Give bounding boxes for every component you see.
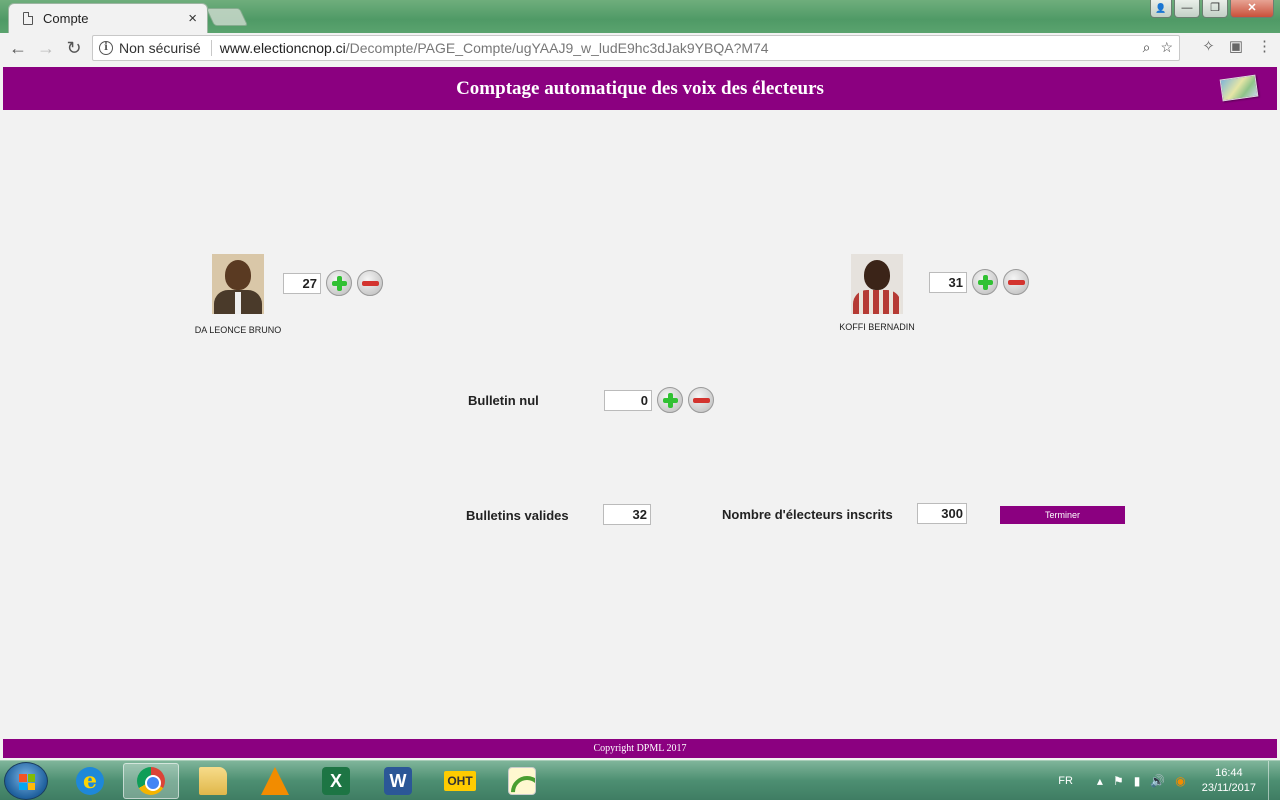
candidate-card-2: KOFFI BERNADIN [827, 254, 927, 332]
bulletin-nul-counter: 0 [604, 387, 714, 413]
zoom-icon[interactable]: ⌕ [1143, 39, 1151, 56]
user-icon: 👤 [1155, 3, 1167, 13]
taskbar: e X W OHT FR ▴ ⚑ ▮ 🔊 ◉ 16:44 23/11/2017 [0, 760, 1280, 800]
candidate-name-2: KOFFI BERNADIN [839, 322, 915, 332]
candidate-votes-2[interactable]: 31 [929, 271, 967, 293]
decrement-button-2[interactable] [1003, 269, 1029, 295]
electeurs-inscrits-value[interactable]: 300 [917, 503, 967, 524]
chrome-icon [137, 767, 165, 795]
site-logo [1219, 74, 1259, 102]
address-separator [210, 40, 212, 56]
taskbar-chrome[interactable] [123, 763, 179, 799]
folder-icon [199, 767, 227, 795]
candidate-photo-2 [851, 254, 903, 314]
new-tab-button[interactable] [205, 8, 249, 26]
maximize-button[interactable]: ❐ [1202, 0, 1228, 18]
volume-icon[interactable]: 🔊 [1150, 774, 1165, 788]
bulletin-nul-label: Bulletin nul [468, 393, 539, 408]
language-indicator[interactable]: FR [1058, 775, 1073, 787]
bookmark-star-icon[interactable]: ☆ [1160, 39, 1173, 56]
web-page: Comptage automatique des voix des électe… [3, 67, 1277, 758]
bulletins-valides-label: Bulletins valides [466, 508, 569, 523]
back-arrow-icon: ← [9, 37, 27, 58]
window-controls: 👤 — ❐ ✕ [1150, 0, 1274, 18]
clock[interactable]: 16:44 23/11/2017 [1202, 766, 1256, 796]
windows-logo-icon [19, 774, 35, 790]
clock-time: 16:44 [1215, 767, 1243, 779]
vlc-cone-icon [261, 767, 289, 795]
forward-button[interactable]: → [32, 34, 60, 62]
browser-menu-icon[interactable]: ⋮ [1257, 37, 1272, 55]
minimize-button[interactable]: — [1174, 0, 1200, 18]
taskbar-oht[interactable]: OHT [432, 763, 488, 799]
taskbar-internet-explorer[interactable]: e [62, 763, 118, 799]
show-desktop-button[interactable] [1268, 761, 1280, 800]
browser-titlebar: Compte × 👤 — ❐ ✕ [0, 0, 1280, 33]
avast-icon[interactable]: ◉ [1175, 774, 1185, 788]
url-path: /Decompte/PAGE_Compte/ugYAAJ9_w_ludE9hc3… [345, 40, 769, 56]
security-label: Non sécurisé [119, 40, 201, 56]
minus-icon [693, 398, 710, 403]
candidate-card-1: DA LEONCE BRUNO [188, 254, 288, 335]
page-title: Comptage automatique des voix des électe… [456, 77, 824, 99]
user-profile-button[interactable]: 👤 [1150, 0, 1172, 18]
internet-explorer-icon: e [76, 767, 104, 795]
increment-button-1[interactable] [326, 270, 352, 296]
bulletin-nul-decrement-button[interactable] [688, 387, 714, 413]
bulletins-valides-value[interactable]: 32 [603, 504, 651, 525]
address-bar[interactable]: i Non sécurisé www.electioncnop.ci/Decom… [92, 35, 1180, 61]
taskbar-file-explorer[interactable] [185, 763, 241, 799]
clock-date: 23/11/2017 [1201, 782, 1256, 794]
increment-button-2[interactable] [972, 269, 998, 295]
decrement-button-1[interactable] [357, 270, 383, 296]
page-header: Comptage automatique des voix des électe… [3, 67, 1277, 110]
info-icon[interactable]: i [99, 41, 113, 55]
bulletin-nul-value[interactable]: 0 [604, 389, 652, 411]
candidate-counter-1: 27 [283, 270, 383, 296]
word-icon: W [384, 767, 412, 795]
browser-tab[interactable]: Compte × [8, 3, 208, 33]
taskbar-excel[interactable]: X [308, 763, 364, 799]
reload-button[interactable]: ↻ [60, 34, 88, 62]
extension-puzzle-icon[interactable]: ✧ [1202, 37, 1215, 55]
start-button[interactable] [4, 762, 48, 800]
forward-arrow-icon: → [37, 37, 55, 58]
bulletin-nul-increment-button[interactable] [657, 387, 683, 413]
show-hidden-icons-icon[interactable]: ▴ [1097, 774, 1103, 788]
wifi-app-icon [508, 767, 536, 795]
minus-icon [1008, 280, 1025, 285]
action-center-flag-icon[interactable]: ⚑ [1113, 774, 1124, 788]
taskbar-wifi-app[interactable] [494, 763, 550, 799]
page-footer: Copyright DPML 2017 [3, 739, 1277, 758]
minus-icon [362, 281, 379, 286]
browser-toolbar: ← → ↻ i Non sécurisé www.electioncnop.ci… [0, 33, 1280, 63]
electeurs-inscrits-label: Nombre d'électeurs inscrits [722, 507, 893, 522]
excel-icon: X [322, 767, 350, 795]
url-host: www.electioncnop.ci [219, 40, 346, 56]
reload-icon: ↻ [66, 37, 82, 58]
tab-close-icon[interactable]: × [188, 10, 197, 27]
page-icon [23, 12, 33, 25]
candidate-name-1: DA LEONCE BRUNO [194, 325, 282, 335]
back-button[interactable]: ← [4, 34, 32, 62]
taskbar-vlc[interactable] [247, 763, 303, 799]
close-window-button[interactable]: ✕ [1230, 0, 1274, 18]
terminer-button[interactable]: Terminer [1000, 506, 1125, 524]
taskbar-word[interactable]: W [370, 763, 426, 799]
extension-camera-icon[interactable]: ▣ [1229, 37, 1243, 55]
system-tray: FR ▴ ⚑ ▮ 🔊 ◉ 16:44 23/11/2017 [1058, 761, 1280, 800]
candidate-counter-2: 31 [929, 269, 1029, 295]
candidate-votes-1[interactable]: 27 [283, 272, 321, 294]
oht-icon: OHT [444, 771, 476, 791]
tab-title: Compte [43, 11, 89, 26]
candidate-photo-1 [212, 254, 264, 314]
network-signal-icon[interactable]: ▮ [1134, 774, 1141, 788]
